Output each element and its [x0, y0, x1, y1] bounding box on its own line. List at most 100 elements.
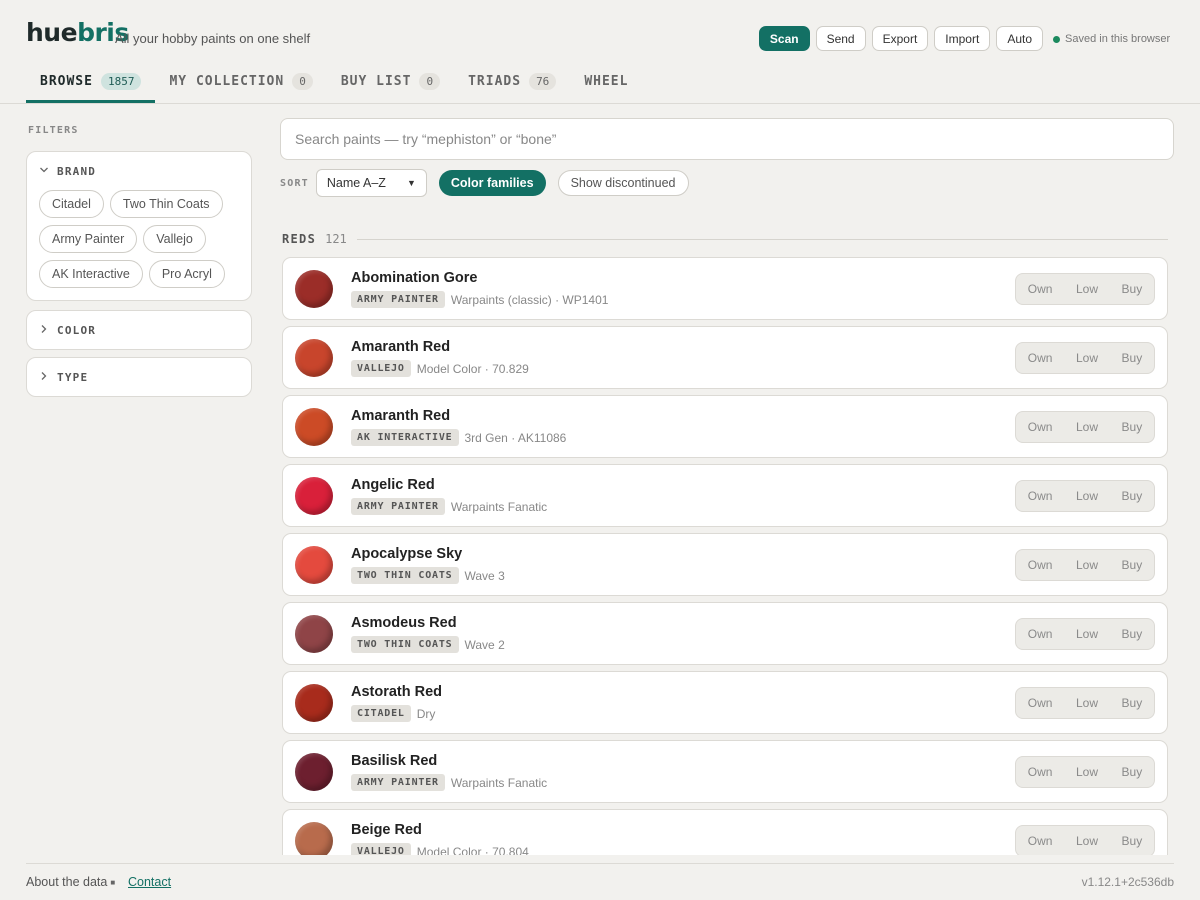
paint-swatch [295, 546, 333, 584]
tab-triads[interactable]: TRIADS 76 [454, 62, 570, 101]
tab-count: 76 [529, 73, 557, 90]
low-button[interactable]: Low [1070, 692, 1104, 714]
paint-row[interactable]: Beige Red VALLEJO Model Color · 70.804 Own L… [282, 809, 1168, 855]
footer-divider [26, 863, 1174, 864]
tab-wheel[interactable]: WHEEL [570, 62, 642, 101]
paint-name: Amaranth Red [351, 339, 451, 355]
paint-row[interactable]: Asmodeus Red TWO THIN COATS Wave 2 Own Low Bu… [282, 602, 1168, 665]
brand-chip-two-thin-coats[interactable]: Two Thin Coats [109, 190, 223, 218]
paint-name: Astorath Red [351, 684, 443, 700]
group-header: REDS 121 [282, 231, 1168, 247]
tab-my-collection[interactable]: MY COLLECTION 0 [155, 62, 326, 101]
buy-button[interactable]: Buy [1116, 830, 1149, 852]
group-name: REDS [282, 232, 317, 246]
buy-button[interactable]: Buy [1116, 416, 1149, 438]
own-button[interactable]: Own [1022, 416, 1059, 438]
paint-name: Amaranth Red [351, 408, 451, 424]
export-button[interactable]: Export [871, 26, 929, 51]
color-filter: COLOR [26, 310, 252, 350]
paint-name: Asmodeus Red [351, 615, 457, 631]
brand-filter-toggle[interactable]: BRAND [27, 152, 251, 190]
paint-row[interactable]: Angelic Red ARMY PAINTER Warpaints Fanatic… [282, 464, 1168, 527]
buy-button[interactable]: Buy [1116, 692, 1149, 714]
sort-row: SORT Name A–Z ▼ Color families Show disc… [280, 169, 689, 197]
brand-tag: VALLEJO [351, 360, 411, 377]
auto-button[interactable]: Auto [996, 26, 1043, 51]
buy-button[interactable]: Buy [1116, 761, 1149, 783]
low-button[interactable]: Low [1070, 416, 1104, 438]
paint-actions: Own Low Buy [1015, 549, 1155, 581]
buy-button[interactable]: Buy [1116, 278, 1149, 300]
low-button[interactable]: Low [1070, 347, 1104, 369]
brand-chip-ak-interactive[interactable]: AK Interactive [39, 260, 143, 288]
own-button[interactable]: Own [1022, 485, 1059, 507]
brand-chip-citadel[interactable]: Citadel [39, 190, 104, 218]
color-families-toggle[interactable]: Color families [438, 170, 546, 196]
buy-button[interactable]: Buy [1116, 554, 1149, 576]
own-button[interactable]: Own [1022, 278, 1059, 300]
type-filter-toggle[interactable]: TYPE [27, 358, 251, 396]
paint-meta: ARMY PAINTER Warpaints (classic) · WP1401 [351, 291, 608, 308]
scan-button[interactable]: Scan [758, 26, 810, 51]
paint-row[interactable]: Amaranth Red AK INTERACTIVE 3rd Gen · AK11… [282, 395, 1168, 458]
paint-actions: Own Low Buy [1015, 825, 1155, 855]
contact-link[interactable]: Contact [128, 875, 171, 889]
brand-tag: ARMY PAINTER [351, 774, 445, 791]
tab-count: 0 [419, 73, 441, 90]
paint-row[interactable]: Apocalypse Sky TWO THIN COATS Wave 3 Own Low… [282, 533, 1168, 596]
own-button[interactable]: Own [1022, 692, 1059, 714]
paint-name: Apocalypse Sky [351, 546, 463, 562]
import-button[interactable]: Import [934, 26, 991, 51]
paint-meta: AK INTERACTIVE 3rd Gen · AK11086 [351, 429, 566, 446]
paint-range: Dry [416, 706, 436, 721]
buy-button[interactable]: Buy [1116, 623, 1149, 645]
buy-button[interactable]: Buy [1116, 485, 1149, 507]
brand-tag: TWO THIN COATS [351, 636, 459, 653]
color-filter-toggle[interactable]: COLOR [27, 311, 251, 349]
low-button[interactable]: Low [1070, 623, 1104, 645]
brand-tag: AK INTERACTIVE [351, 429, 459, 446]
paint-row[interactable]: Astorath Red CITADEL Dry Own Low Buy [282, 671, 1168, 734]
own-button[interactable]: Own [1022, 761, 1059, 783]
paint-range: Model Color · 70.804 [416, 844, 529, 856]
own-button[interactable]: Own [1022, 554, 1059, 576]
show-discontinued-toggle[interactable]: Show discontinued [557, 170, 689, 196]
caret-down-icon: ▼ [406, 178, 416, 188]
paint-name: Abomination Gore [351, 270, 478, 286]
paint-row[interactable]: Amaranth Red VALLEJO Model Color · 70.829 O… [282, 326, 1168, 389]
paint-range: Wave 2 [464, 637, 505, 652]
tab-buy-list[interactable]: BUY LIST 0 [327, 62, 454, 101]
low-button[interactable]: Low [1070, 485, 1104, 507]
paint-range: Wave 3 [464, 568, 505, 583]
brand-chip-vallejo[interactable]: Vallejo [143, 225, 206, 253]
brand-chip-army-painter[interactable]: Army Painter [39, 225, 138, 253]
own-button[interactable]: Own [1022, 347, 1059, 369]
low-button[interactable]: Low [1070, 761, 1104, 783]
tab-browse[interactable]: BROWSE 1857 [26, 62, 156, 103]
send-button[interactable]: Send [815, 26, 866, 51]
brand-chip-pro-acryl[interactable]: Pro Acryl [148, 260, 225, 288]
paint-range: Warpaints (classic) · WP1401 [450, 292, 609, 307]
chevron-right-icon [39, 324, 49, 337]
low-button[interactable]: Low [1070, 554, 1104, 576]
paint-actions: Own Low Buy [1015, 273, 1155, 305]
sort-label: SORT [280, 177, 309, 189]
chevron-right-icon [39, 371, 49, 384]
paint-swatch [295, 408, 333, 446]
paint-row[interactable]: Basilisk Red ARMY PAINTER Warpaints Fanati… [282, 740, 1168, 803]
app-header: huebris All your hobby paints on one she… [0, 0, 1200, 62]
paint-row[interactable]: Abomination Gore ARMY PAINTER Warpaints (c… [282, 257, 1168, 320]
search-input[interactable] [280, 118, 1174, 160]
buy-button[interactable]: Buy [1116, 347, 1149, 369]
own-button[interactable]: Own [1022, 830, 1059, 852]
own-button[interactable]: Own [1022, 623, 1059, 645]
header-actions: Scan Send Export Import Auto [758, 26, 1043, 51]
paint-range: Model Color · 70.829 [416, 361, 529, 376]
low-button[interactable]: Low [1070, 278, 1104, 300]
about-data-link[interactable]: About the data ■ [26, 875, 115, 889]
brand-tag: VALLEJO [351, 843, 411, 855]
paint-meta: TWO THIN COATS Wave 3 [351, 567, 505, 584]
paint-actions: Own Low Buy [1015, 411, 1155, 443]
sort-select[interactable]: Name A–Z ▼ [315, 169, 427, 197]
low-button[interactable]: Low [1070, 830, 1104, 852]
